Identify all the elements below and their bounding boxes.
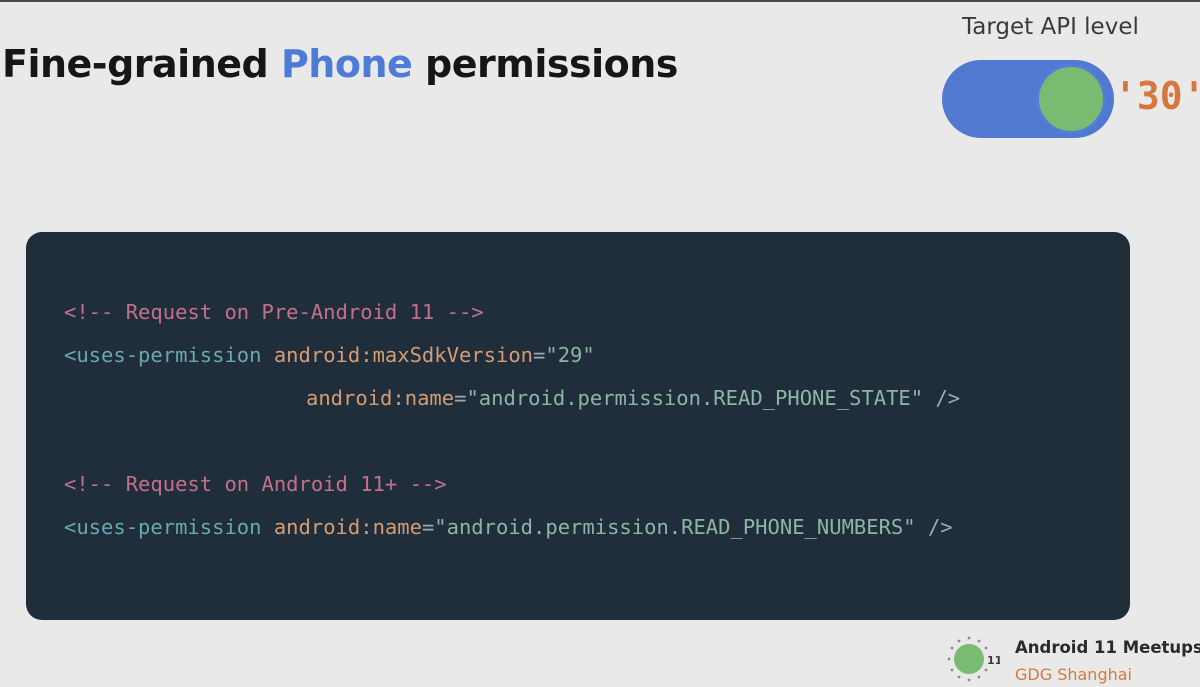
code-string: "29" xyxy=(545,343,595,367)
title-suffix: permissions xyxy=(412,42,678,86)
code-tag: <uses-permission xyxy=(64,343,262,367)
code-close: /> xyxy=(927,515,953,539)
code-line-read-phone-numbers: <uses-permission android:name="android.p… xyxy=(64,515,953,539)
code-equals: = xyxy=(454,386,467,410)
android-11-badge-icon: 11 xyxy=(947,636,1000,682)
code-equals: = xyxy=(421,515,435,539)
footer-subtitle: GDG Shanghai xyxy=(1015,665,1132,684)
code-line-read-phone-state: android:name="android.permission.READ_PH… xyxy=(306,386,960,410)
code-attr: android:name xyxy=(306,386,455,410)
footer-title: Android 11 Meetups xyxy=(1015,638,1200,657)
code-attr: android:name xyxy=(273,515,422,539)
top-border xyxy=(0,0,1200,2)
title-prefix: Fine-grained xyxy=(2,42,281,86)
slide-title: Fine-grained Phone permissions xyxy=(2,42,678,86)
code-comment-pre-android-11: <!-- Request on Pre-Android 11 --> xyxy=(64,300,484,324)
code-equals: = xyxy=(533,343,546,367)
title-highlight: Phone xyxy=(280,42,413,86)
code-string: "android.permission.READ_PHONE_NUMBERS" xyxy=(434,515,916,539)
code-string: "android.permission.READ_PHONE_STATE" xyxy=(466,386,924,410)
code-block: <!-- Request on Pre-Android 11 --> <uses… xyxy=(26,232,1130,620)
badge-number: 11 xyxy=(987,654,1000,667)
code-attr: android:maxSdkVersion xyxy=(273,343,534,367)
code-tag: <uses-permission xyxy=(64,515,262,539)
target-api-toggle[interactable] xyxy=(942,60,1114,138)
code-comment-android-11-plus: <!-- Request on Android 11+ --> xyxy=(64,472,447,496)
code-line-max-sdk: <uses-permission android:maxSdkVersion="… xyxy=(64,343,595,367)
target-api-value: '30' xyxy=(1114,74,1200,118)
code-close: /> xyxy=(935,386,961,410)
toggle-knob xyxy=(1036,64,1106,134)
target-api-label: Target API level xyxy=(962,14,1139,40)
